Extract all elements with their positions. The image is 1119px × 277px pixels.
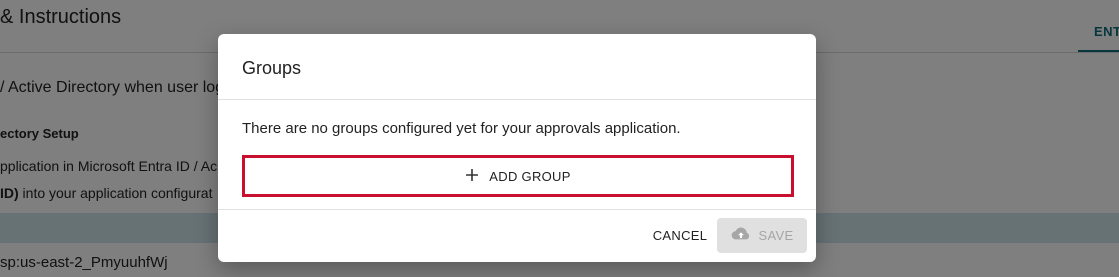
dialog-footer-divider <box>218 209 816 210</box>
dialog-divider <box>218 99 816 100</box>
cloud-upload-icon <box>731 226 751 245</box>
add-group-button[interactable]: ADD GROUP <box>242 155 794 197</box>
cancel-button[interactable]: CANCEL <box>640 218 720 252</box>
plus-icon <box>465 166 479 186</box>
add-group-label: ADD GROUP <box>489 168 571 184</box>
save-button[interactable]: SAVE <box>717 218 807 253</box>
empty-groups-message: There are no groups configured yet for y… <box>242 120 681 137</box>
groups-dialog: Groups There are no groups configured ye… <box>218 34 816 262</box>
dialog-title: Groups <box>242 58 302 78</box>
save-label: SAVE <box>758 228 794 243</box>
